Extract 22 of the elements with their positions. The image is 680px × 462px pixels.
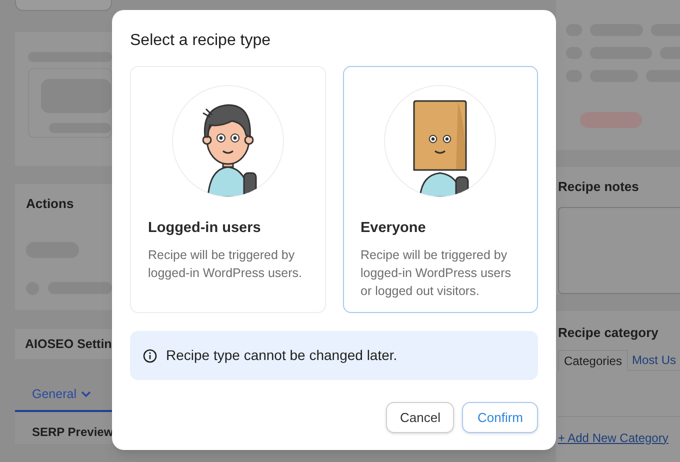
- category-tab[interactable]: Categories: [558, 350, 628, 370]
- section-heading: Recipe category: [558, 324, 660, 342]
- option-description: Recipe will be triggered by logged-in WordPress users or logged out visitors.: [360, 246, 512, 300]
- recipe-type-option[interactable]: Logged-in users Recipe will be triggered by logged-in WordPress users.: [130, 66, 326, 313]
- notes-textarea[interactable]: [558, 206, 680, 294]
- option-title: Logged-in users: [148, 219, 262, 238]
- recipe-type-option[interactable]: Everyone Recipe will be triggered by logged-in WordPress users or logged out visitors.: [342, 66, 538, 313]
- category-tab[interactable]: Most Us: [628, 350, 680, 370]
- confirm-button[interactable]: Confirm: [462, 402, 538, 433]
- section-heading: Actions: [26, 195, 75, 213]
- dialog-title: Select a recipe type: [130, 31, 272, 51]
- add-category-link[interactable]: + Add New Category: [558, 430, 668, 444]
- option-title: Everyone: [360, 219, 427, 238]
- option-description: Recipe will be triggered by logged-in WordPress users.: [148, 246, 304, 282]
- info-icon: [143, 348, 157, 362]
- section-heading: Recipe notes: [558, 178, 640, 196]
- skeleton-bar: [48, 282, 112, 294]
- notice-text: Recipe type cannot be changed later.: [166, 346, 398, 365]
- section-heading: AIOSEO Settin: [25, 336, 112, 353]
- chevron-down-icon: [81, 391, 92, 398]
- cancel-button[interactable]: Cancel: [386, 402, 454, 433]
- section-heading: SERP Preview: [32, 425, 114, 439]
